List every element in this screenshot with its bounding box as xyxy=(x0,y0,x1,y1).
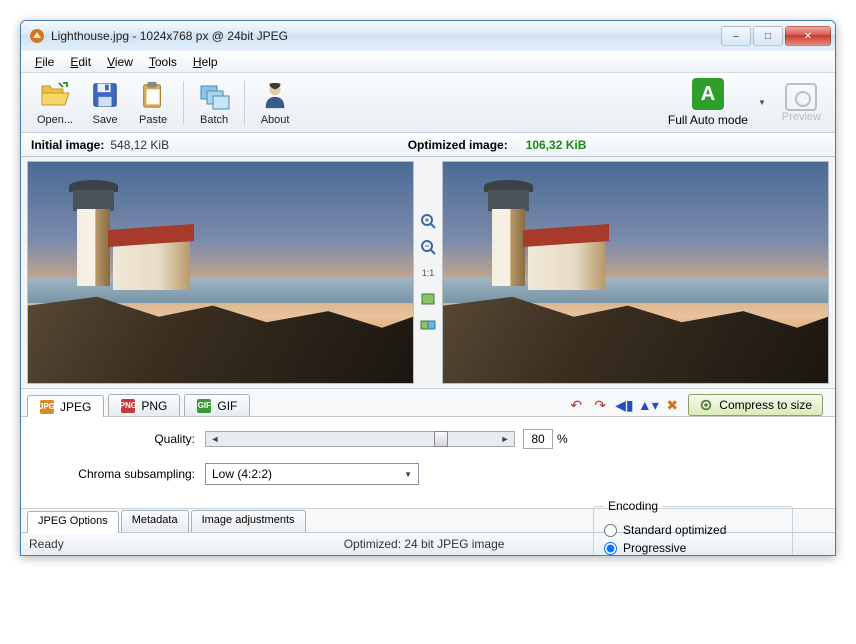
actual-size-icon[interactable]: 1:1 xyxy=(419,264,437,282)
optimized-image-panel[interactable] xyxy=(442,161,829,384)
encoding-group: Encoding Standard optimized Progressive xyxy=(593,499,793,556)
image-comparison-row: 1:1 xyxy=(21,157,835,389)
auto-mode-icon: A xyxy=(692,78,724,110)
format-tab-bar: JPG JPEG PNG PNG GIF GIF ↶ ↷ ◀▮ ▲▾ ✖ Compre… xyxy=(21,389,835,417)
chroma-value: Low (4:2:2) xyxy=(212,467,272,481)
tab-gif-label: GIF xyxy=(217,399,237,413)
quality-value-input[interactable]: 80 xyxy=(523,429,553,449)
batch-button[interactable]: Batch xyxy=(190,77,238,128)
initial-image-size: 548,12 KiB xyxy=(110,138,169,152)
chroma-label: Chroma subsampling: xyxy=(39,467,205,481)
quality-label: Quality: xyxy=(39,432,205,446)
status-ready: Ready xyxy=(29,537,84,551)
tab-png-label: PNG xyxy=(141,399,167,413)
dropdown-arrow-icon[interactable]: ▼ xyxy=(758,98,766,107)
folder-open-icon xyxy=(39,79,71,111)
compress-label: Compress to size xyxy=(719,398,812,412)
paste-button[interactable]: Paste xyxy=(129,77,177,128)
tab-jpeg-options[interactable]: JPEG Options xyxy=(27,511,119,533)
open-label: Open... xyxy=(37,114,73,126)
percent-label: % xyxy=(557,432,568,446)
center-tools: 1:1 xyxy=(414,161,442,384)
png-icon: PNG xyxy=(121,399,135,413)
chroma-subsampling-select[interactable]: Low (4:2:2) ▼ xyxy=(205,463,419,485)
tab-jpeg-label: JPEG xyxy=(60,400,91,414)
toolbar-separator xyxy=(183,81,184,125)
paste-label: Paste xyxy=(139,114,167,126)
menu-help[interactable]: Help xyxy=(185,53,226,71)
preview-button[interactable]: Preview xyxy=(782,83,821,123)
window-title: Lighthouse.jpg - 1024x768 px @ 24bit JPE… xyxy=(51,29,719,43)
about-label: About xyxy=(261,114,290,126)
tab-jpeg[interactable]: JPG JPEG xyxy=(27,395,104,417)
status-optimized: Optimized: 24 bit JPEG image xyxy=(344,537,525,551)
gear-icon xyxy=(699,398,713,412)
close-button[interactable]: ✕ xyxy=(785,26,831,46)
preview-label: Preview xyxy=(782,111,821,123)
magnifier-icon xyxy=(785,83,817,111)
clipboard-icon xyxy=(137,79,169,111)
menu-tools[interactable]: Tools xyxy=(141,53,185,71)
flip-vertical-icon[interactable]: ▲▾ xyxy=(640,397,656,413)
slider-left-arrow-icon[interactable]: ◄ xyxy=(208,432,222,446)
batch-icon xyxy=(198,79,230,111)
fit-both-icon[interactable] xyxy=(419,316,437,334)
batch-label: Batch xyxy=(200,114,228,126)
full-auto-label: Full Auto mode xyxy=(668,113,748,127)
floppy-icon xyxy=(89,79,121,111)
optimized-image-size: 106,32 KiB xyxy=(526,138,587,152)
rotate-right-icon[interactable]: ↷ xyxy=(592,397,608,413)
size-info-bar: Initial image: 548,12 KiB Optimized imag… xyxy=(21,133,835,157)
rotate-left-icon[interactable]: ↶ xyxy=(568,397,584,413)
gif-icon: GIF xyxy=(197,399,211,413)
tab-gif[interactable]: GIF GIF xyxy=(184,394,250,416)
open-button[interactable]: Open... xyxy=(29,77,81,128)
slider-thumb[interactable] xyxy=(434,431,448,447)
zoom-out-icon[interactable] xyxy=(419,238,437,256)
encoding-progressive-label: Progressive xyxy=(623,541,686,555)
tab-image-adjustments[interactable]: Image adjustments xyxy=(191,510,306,532)
tab-png[interactable]: PNG PNG xyxy=(108,394,180,416)
optimized-image-label: Optimized image: xyxy=(408,138,508,152)
encoding-legend: Encoding xyxy=(604,499,662,513)
encoding-standard-radio[interactable]: Standard optimized xyxy=(604,523,782,537)
menu-view[interactable]: View xyxy=(99,53,141,71)
slider-right-arrow-icon[interactable]: ► xyxy=(498,432,512,446)
fit-window-icon[interactable] xyxy=(419,290,437,308)
save-button[interactable]: Save xyxy=(81,77,129,128)
minimize-button[interactable]: – xyxy=(721,26,751,46)
quality-slider[interactable]: ◄ ► xyxy=(205,431,515,447)
app-window: Lighthouse.jpg - 1024x768 px @ 24bit JPE… xyxy=(20,20,836,556)
person-icon xyxy=(259,79,291,111)
save-label: Save xyxy=(93,114,118,126)
menu-edit[interactable]: Edit xyxy=(62,53,99,71)
flip-horizontal-icon[interactable]: ◀▮ xyxy=(616,397,632,413)
encoding-standard-label: Standard optimized xyxy=(623,523,726,537)
menu-file[interactable]: File xyxy=(27,53,62,71)
app-icon xyxy=(29,28,45,44)
tab-metadata[interactable]: Metadata xyxy=(121,510,189,532)
action-icons: ↶ ↷ ◀▮ ▲▾ ✖ Compress to size xyxy=(568,394,829,416)
maximize-button[interactable]: □ xyxy=(753,26,783,46)
titlebar[interactable]: Lighthouse.jpg - 1024x768 px @ 24bit JPE… xyxy=(21,21,835,51)
initial-image-label: Initial image: xyxy=(31,138,104,152)
encoding-progressive-radio[interactable]: Progressive xyxy=(604,541,782,555)
chevron-down-icon: ▼ xyxy=(404,470,412,479)
about-button[interactable]: About xyxy=(251,77,299,128)
compress-to-size-button[interactable]: Compress to size xyxy=(688,394,823,416)
full-auto-mode-button[interactable]: A Full Auto mode ▼ xyxy=(668,78,766,127)
fit-icon[interactable]: ✖ xyxy=(664,397,680,413)
menubar: File Edit View Tools Help xyxy=(21,51,835,73)
options-panel: Quality: ◄ ► 80 % Chroma subsampling: Lo… xyxy=(21,417,835,509)
jpeg-icon: JPG xyxy=(40,400,54,414)
zoom-in-icon[interactable] xyxy=(419,212,437,230)
toolbar-separator xyxy=(244,81,245,125)
toolbar: Open... Save Paste Batch About A Full Au… xyxy=(21,73,835,133)
initial-image-panel[interactable] xyxy=(27,161,414,384)
